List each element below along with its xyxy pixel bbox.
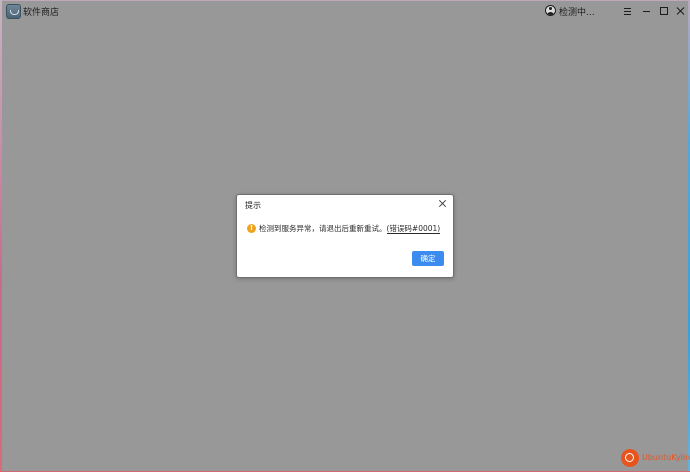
user-avatar-icon[interactable] xyxy=(545,5,556,16)
login-status[interactable]: 检测中... xyxy=(559,5,595,18)
dialog-title: 提示 xyxy=(245,201,261,210)
title-bar: 软件商店 检测中... xyxy=(2,0,688,24)
software-store-icon xyxy=(6,4,21,19)
message-text: 检测到服务异常，请退出后重新重试。 xyxy=(259,224,387,233)
close-window-button[interactable] xyxy=(674,4,688,18)
ok-button[interactable]: 确定 xyxy=(412,251,444,266)
minimize-button[interactable] xyxy=(640,4,654,18)
error-dialog: 提示 ! 检测到服务异常，请退出后重新重试。(错误码#0001) 确定 xyxy=(236,194,454,278)
ubuntukylin-logo-icon xyxy=(621,449,639,467)
maximize-button[interactable] xyxy=(657,4,671,18)
warning-icon: ! xyxy=(247,224,256,233)
menu-button[interactable] xyxy=(621,4,635,18)
window-border-left xyxy=(0,0,2,472)
dialog-message: 检测到服务异常，请退出后重新重试。(错误码#0001) xyxy=(259,223,441,234)
brand-label: UbuntuKylin xyxy=(642,453,690,462)
dialog-close-icon[interactable] xyxy=(438,199,448,209)
app-title: 软件商店 xyxy=(23,8,60,18)
error-code: (错误码#0001) xyxy=(386,224,441,234)
